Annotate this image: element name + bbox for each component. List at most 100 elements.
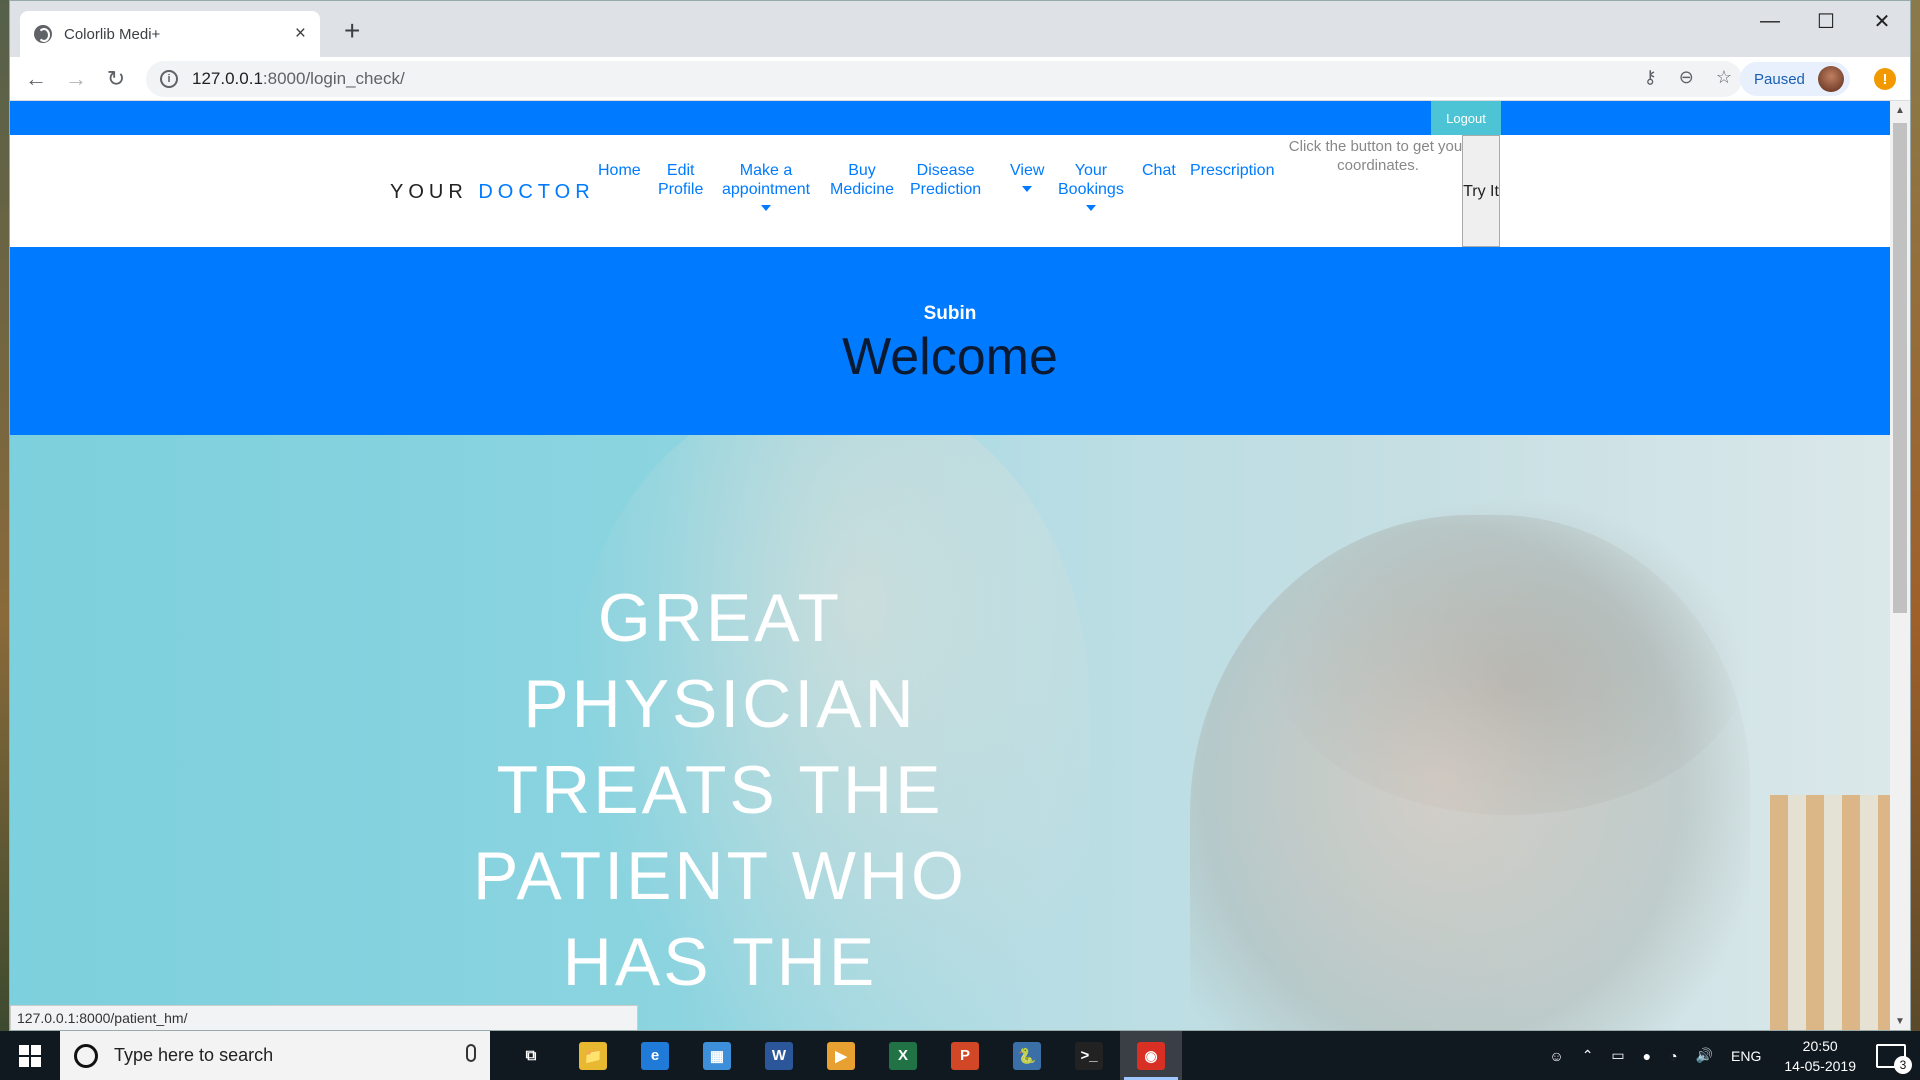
profile-status-label: Paused (1754, 70, 1805, 88)
hero-photo-patient (1190, 515, 1750, 1030)
nav-item-label: Bookings (1058, 181, 1124, 198)
tab-close-icon[interactable]: × (295, 23, 306, 45)
address-bar[interactable]: i 127.0.0.1:8000/login_check/ ⚷ ⊖ ☆ (146, 61, 1742, 97)
try-it-button[interactable]: Try It (1462, 135, 1500, 247)
browser-tab[interactable]: Colorlib Medi+ × (20, 11, 320, 57)
taskbar-apps: ⧉ 📁 e ▦ W ▶ X P 🐍 >_ ◉ (500, 1031, 1182, 1080)
new-tab-button[interactable]: + (344, 17, 360, 45)
nav-item-label: View (1010, 162, 1045, 179)
brand-accent: DOCTOR (478, 181, 595, 203)
notification-badge: 3 (1894, 1055, 1912, 1074)
nav-item-buy-medicine[interactable]: Buy Medicine (830, 161, 894, 199)
reload-icon[interactable]: ↻ (96, 66, 136, 92)
globe-icon (34, 25, 52, 43)
clock-date: 14-05-2019 (1784, 1057, 1856, 1074)
nav-item-label: Prescription (1190, 162, 1275, 179)
bookmark-star-icon[interactable]: ☆ (1716, 67, 1732, 88)
search-placeholder: Type here to search (114, 1045, 274, 1065)
maximize-button[interactable]: ☐ (1798, 1, 1854, 41)
clock[interactable]: 20:50 14-05-2019 (1784, 1036, 1856, 1076)
nav-item-label: Buy (848, 162, 876, 179)
url-path: :8000/login_check/ (262, 69, 405, 88)
taskbar-media-player[interactable]: ▶ (810, 1031, 872, 1080)
site-info-icon[interactable]: i (160, 70, 178, 88)
edge-icon: e (641, 1041, 669, 1070)
nav-item-prescription[interactable]: Prescription (1190, 161, 1274, 180)
nav-item-label: Edit (666, 162, 695, 179)
avatar (1818, 66, 1844, 92)
taskbar-task-view[interactable]: ⧉ (500, 1031, 562, 1080)
nav-item-make-a-appointment[interactable]: Make a appointment (722, 161, 810, 211)
back-arrow-icon[interactable]: ← (16, 66, 56, 92)
task-view-icon: ⧉ (517, 1041, 545, 1070)
nav-item-disease-prediction[interactable]: Disease Prediction (910, 161, 981, 199)
chevron-up-icon[interactable]: ⌃ (1582, 1047, 1594, 1064)
page-scrollbar[interactable]: ▲ ▼ (1890, 101, 1910, 1030)
system-tray: ☺ ⌃ ▭ ● ◔ 🔊 ENG 20:50 14-05-2019 3 (1540, 1031, 1920, 1080)
taskbar-edge[interactable]: e (624, 1031, 686, 1080)
nav-item-your-bookings[interactable]: Your Bookings (1058, 161, 1124, 211)
nav-item-label: Prediction (910, 181, 982, 198)
people-icon[interactable]: ☺ (1549, 1048, 1563, 1064)
battery-icon[interactable]: ▭ (1611, 1047, 1624, 1064)
microphone-icon[interactable] (466, 1044, 476, 1062)
profile-button[interactable]: Paused (1740, 62, 1850, 96)
browser-window: Colorlib Medi+ × + — ☐ ✕ ← → ↻ i 127.0.0… (9, 0, 1911, 1031)
language-indicator[interactable]: ENG (1731, 1048, 1761, 1064)
link-status-bubble: 127.0.0.1:8000/patient_hm/ (10, 1005, 638, 1030)
taskbar-python[interactable]: 🐍 (996, 1031, 1058, 1080)
word-icon: W (765, 1041, 793, 1070)
volume-icon[interactable]: 🔊 (1696, 1047, 1713, 1064)
start-button[interactable] (0, 1031, 60, 1080)
nav-item-label: Chat (1142, 162, 1176, 179)
notification-center-icon[interactable]: 3 (1876, 1043, 1912, 1074)
taskbar-word[interactable]: W (748, 1031, 810, 1080)
wifi-icon[interactable]: ◔ (1669, 1048, 1677, 1064)
nav-item-label: Disease (916, 162, 975, 179)
page-viewport: Logout YOUR DOCTOR Home Edit Profile Make a… (10, 101, 1890, 1030)
taskbar-search[interactable]: Type here to search (60, 1031, 490, 1080)
close-window-button[interactable]: ✕ (1854, 1, 1910, 41)
scroll-up-arrow-icon[interactable]: ▲ (1890, 105, 1910, 116)
logout-button[interactable]: Logout (1431, 101, 1501, 135)
hero-photo-chair (1770, 795, 1890, 1030)
nav-item-chat[interactable]: Chat (1142, 161, 1176, 180)
key-icon[interactable]: ⚷ (1644, 67, 1657, 88)
minimize-button[interactable]: — (1742, 1, 1798, 41)
caret-down-icon (1022, 186, 1033, 192)
cortana-icon (74, 1043, 98, 1068)
scrollbar-thumb[interactable] (1893, 123, 1907, 613)
caret-down-icon (761, 205, 772, 211)
file-explorer-icon: 📁 (579, 1041, 607, 1070)
taskbar-control-panel[interactable]: ▦ (686, 1031, 748, 1080)
coordinates-hint: Click the button to get your coordinates… (1288, 138, 1468, 174)
top-strip: Logout (10, 101, 1890, 135)
taskbar-chrome[interactable]: ◉ (1120, 1031, 1182, 1080)
browser-toolbar: ← → ↻ i 127.0.0.1:8000/login_check/ ⚷ ⊖ … (10, 57, 1910, 101)
security-icon[interactable]: ● (1643, 1048, 1651, 1064)
taskbar-terminal[interactable]: >_ (1058, 1031, 1120, 1080)
nav-item-label: Medicine (830, 181, 895, 198)
nav-item-edit-profile[interactable]: Edit Profile (658, 161, 703, 199)
terminal-icon: >_ (1075, 1041, 1103, 1070)
media-player-icon: ▶ (827, 1041, 855, 1070)
scroll-down-arrow-icon[interactable]: ▼ (1890, 1016, 1910, 1027)
chrome-icon: ◉ (1137, 1041, 1165, 1070)
url-host: 127.0.0.1 (192, 69, 263, 88)
hero-quote: GREAT PHYSICIAN TREATS THE PATIENT WHO H… (473, 580, 967, 1000)
nav-item-home[interactable]: Home (598, 161, 641, 180)
taskbar-file-explorer[interactable]: 📁 (562, 1031, 624, 1080)
site-brand[interactable]: YOUR DOCTOR (390, 181, 595, 204)
address-bar-actions: ⚷ ⊖ ☆ (1644, 67, 1732, 88)
nav-item-view[interactable]: View (1010, 161, 1044, 192)
forward-arrow-icon[interactable]: → (56, 66, 96, 92)
taskbar-powerpoint[interactable]: P (934, 1031, 996, 1080)
tab-strip: Colorlib Medi+ × + — ☐ ✕ (10, 1, 1910, 57)
excel-icon: X (889, 1041, 917, 1070)
windows-taskbar: Type here to search ⧉ 📁 e ▦ W ▶ X P 🐍 >_ ◉ ☺ ⌃ ▭ ●… (0, 1031, 1920, 1080)
welcome-banner: Subin Welcome (10, 247, 1890, 435)
nav-item-label: Profile (658, 181, 704, 198)
zoom-icon[interactable]: ⊖ (1679, 67, 1694, 88)
update-alert-icon[interactable]: ! (1874, 68, 1896, 90)
taskbar-excel[interactable]: X (872, 1031, 934, 1080)
